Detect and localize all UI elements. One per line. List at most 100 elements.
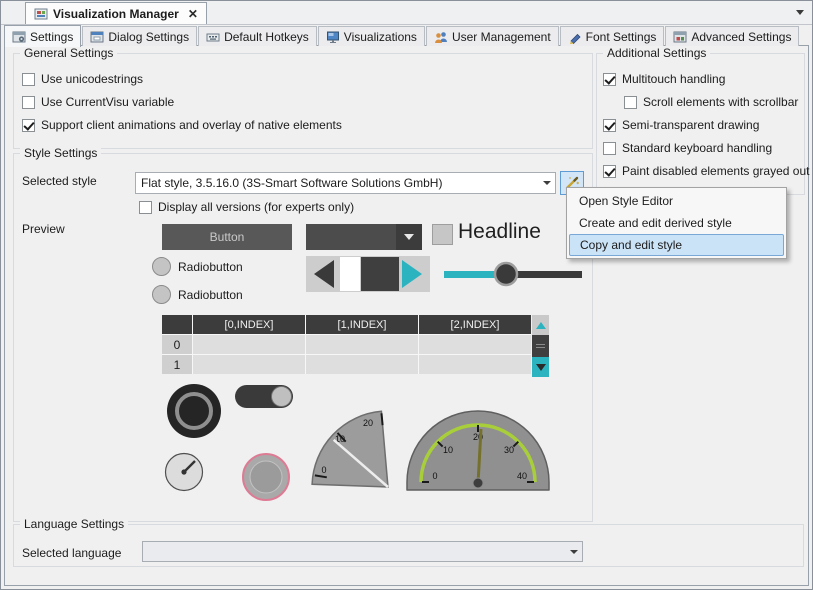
tab-user-management[interactable]: User Management	[426, 26, 559, 46]
font-settings-tab-icon	[568, 30, 582, 44]
tab-label: Advanced Settings	[691, 30, 791, 44]
checkbox-box[interactable]	[624, 96, 637, 109]
gauge-tick-label: 30	[504, 445, 514, 455]
gauge-tick-label: 0	[321, 465, 326, 475]
checkbox-box[interactable]	[22, 73, 35, 86]
checkbox-standard-keyboard-handling[interactable]: Standard keyboard handling	[603, 141, 772, 155]
visualization-manager-window: Visualization Manager ✕ Settings Dialog …	[0, 0, 813, 590]
doc-tab-title: Visualization Manager	[53, 7, 179, 21]
checkbox-use-unicodestrings[interactable]: Use unicodestrings	[22, 72, 143, 86]
table-header-cell: [1,INDEX]	[306, 315, 418, 334]
checkbox-multitouch-handling[interactable]: Multitouch handling	[603, 72, 725, 86]
checkbox-box[interactable]	[603, 142, 616, 155]
preview-potentiometer	[164, 452, 204, 492]
combobox-arrow-icon[interactable]	[538, 181, 555, 185]
selected-language-label: Selected language	[22, 546, 121, 560]
tab-font-settings[interactable]: Font Settings	[560, 26, 665, 46]
checkbox-box[interactable]	[603, 165, 616, 178]
preview-label: Preview	[22, 222, 65, 236]
selected-style-combobox[interactable]: Flat style, 3.5.16.0 (3S-Smart Software …	[135, 172, 556, 194]
table-header-cell: [2,INDEX]	[419, 315, 531, 334]
general-settings-title: General Settings	[20, 46, 117, 61]
doc-tab-visualization-manager[interactable]: Visualization Manager ✕	[25, 2, 207, 24]
settings-tab-strip: Settings Dialog Settings Default Hotkeys	[4, 25, 800, 46]
preview-radiobutton-2-label: Radiobutton	[178, 288, 243, 302]
checkbox-display-all-versions[interactable]: Display all versions (for experts only)	[139, 200, 354, 214]
checkbox-label[interactable]: Display all versions (for experts only)	[158, 200, 354, 214]
additional-settings-group: Additional Settings Multitouch handling …	[596, 53, 805, 195]
preview-combobox-arrow-icon	[396, 224, 422, 250]
checkbox-box[interactable]	[139, 201, 152, 214]
table-cell	[419, 355, 531, 374]
checkbox-label[interactable]: Use unicodestrings	[41, 72, 143, 86]
tab-advanced-settings[interactable]: Advanced Settings	[665, 26, 799, 46]
preview-radiobutton-1	[152, 257, 171, 276]
preview-knob	[241, 452, 291, 502]
checkbox-support-client-animations[interactable]: Support client animations and overlay of…	[22, 118, 342, 132]
preview-button-label: Button	[210, 230, 245, 244]
checkbox-use-currentvisu-variable[interactable]: Use CurrentVisu variable	[22, 95, 174, 109]
checkbox-label[interactable]: Semi-transparent drawing	[622, 118, 759, 132]
preview-radiobutton-2	[152, 285, 171, 304]
gauge-tick-label: 10	[443, 445, 453, 455]
preview-power-knob	[166, 383, 222, 439]
table-cell	[306, 355, 418, 374]
table-cell	[419, 335, 531, 354]
preview-headline: Headline	[458, 220, 541, 244]
table-row-header: 0	[162, 335, 192, 354]
dialog-settings-tab-icon	[90, 30, 104, 44]
checkbox-box[interactable]	[22, 119, 35, 132]
tab-settings[interactable]: Settings	[4, 25, 81, 47]
preview-combobox	[306, 224, 422, 250]
tab-default-hotkeys[interactable]: Default Hotkeys	[198, 26, 317, 46]
additional-settings-title: Additional Settings	[603, 46, 710, 61]
table-cell	[306, 335, 418, 354]
tab-label: Visualizations	[344, 30, 417, 44]
language-settings-title: Language Settings	[20, 517, 128, 532]
tab-label: Default Hotkeys	[224, 30, 309, 44]
preview-button: Button	[162, 224, 292, 250]
checkbox-label[interactable]: Standard keyboard handling	[622, 141, 772, 155]
checkbox-box[interactable]	[22, 96, 35, 109]
combobox-arrow-icon[interactable]	[565, 550, 582, 554]
menu-item-copy-and-edit-style[interactable]: Copy and edit style	[569, 234, 784, 256]
scrollbar-up-icon	[532, 315, 549, 335]
selected-language-combobox[interactable]	[142, 541, 583, 562]
checkbox-label[interactable]: Paint disabled elements grayed out	[622, 164, 809, 178]
preview-table-scrollbar	[532, 315, 549, 377]
checkbox-label[interactable]: Support client animations and overlay of…	[41, 118, 342, 132]
general-settings-group: General Settings Use unicodestrings Use …	[13, 53, 593, 149]
checkbox-label[interactable]: Multitouch handling	[622, 72, 725, 86]
close-icon[interactable]: ✕	[188, 7, 198, 21]
settings-tab-icon	[12, 30, 26, 44]
preview-image-placeholder	[432, 224, 453, 245]
checkbox-label[interactable]: Use CurrentVisu variable	[41, 95, 174, 109]
preview-table: [0,INDEX] [1,INDEX] [2,INDEX] 0 1	[162, 315, 531, 374]
style-settings-title: Style Settings	[20, 146, 101, 161]
tab-list-chevron-icon[interactable]	[796, 10, 804, 15]
default-hotkeys-tab-icon	[206, 30, 220, 44]
checkbox-box[interactable]	[603, 119, 616, 132]
style-settings-group: Style Settings Selected style Flat style…	[13, 153, 593, 522]
checkbox-scroll-elements-with-scrollbar[interactable]: Scroll elements with scrollbar	[624, 95, 798, 109]
preview-spin-control	[306, 256, 430, 292]
menu-item-create-and-edit-derived-style[interactable]: Create and edit derived style	[567, 212, 786, 234]
table-row-header: 1	[162, 355, 192, 374]
checkbox-semi-transparent-drawing[interactable]: Semi-transparent drawing	[603, 118, 759, 132]
visualization-manager-icon	[34, 7, 48, 21]
checkbox-box[interactable]	[603, 73, 616, 86]
table-cell	[193, 335, 305, 354]
checkbox-paint-disabled-elements[interactable]: Paint disabled elements grayed out	[603, 164, 809, 178]
scrollbar-thumb	[532, 335, 549, 357]
table-header-cell: [0,INDEX]	[193, 315, 305, 334]
advanced-settings-tab-icon	[673, 30, 687, 44]
tab-visualizations[interactable]: Visualizations	[318, 26, 425, 46]
menu-item-open-style-editor[interactable]: Open Style Editor	[567, 190, 786, 212]
preview-fan-gauge: 0 10 20	[310, 398, 395, 490]
tab-label: Dialog Settings	[108, 30, 189, 44]
selected-style-label: Selected style	[22, 174, 97, 188]
checkbox-label[interactable]: Scroll elements with scrollbar	[643, 95, 798, 109]
language-settings-group: Language Settings Selected language	[13, 524, 804, 567]
tab-dialog-settings[interactable]: Dialog Settings	[82, 26, 197, 46]
tab-label: Settings	[30, 30, 73, 44]
